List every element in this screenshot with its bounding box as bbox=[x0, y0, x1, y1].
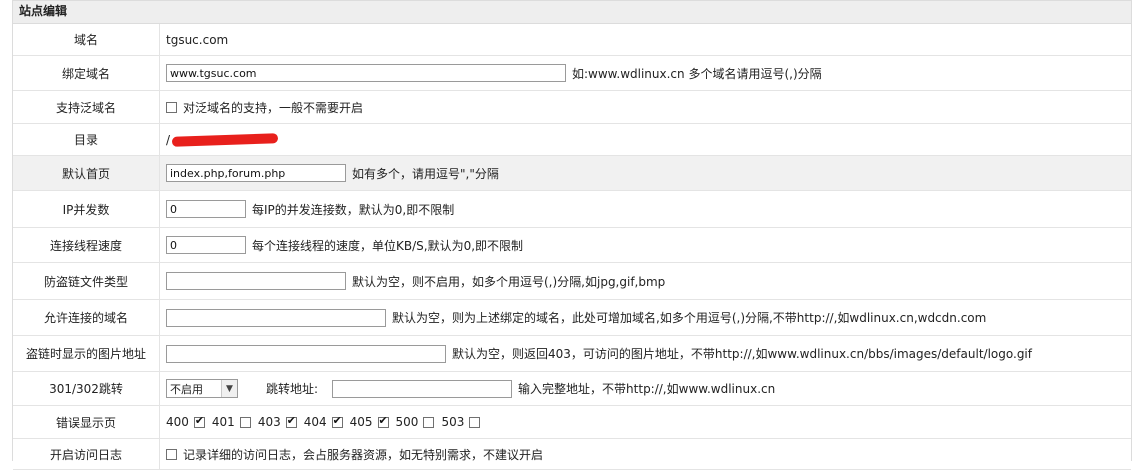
row-hotlink-types: 防盗链文件类型 默认为空，则不启用，如多个用逗号(,)分隔,如jpg,gif,b… bbox=[13, 263, 1131, 300]
bind-domain-input[interactable] bbox=[166, 64, 566, 82]
row-label: 目录 bbox=[13, 124, 160, 155]
error-code-checkbox[interactable] bbox=[331, 414, 343, 428]
row-label: 连接线程速度 bbox=[13, 228, 160, 262]
row-label: 默认首页 bbox=[13, 156, 160, 190]
allowed-domains-input[interactable] bbox=[166, 308, 386, 327]
error-code-label: 404 bbox=[303, 415, 327, 429]
dir-value: / bbox=[166, 132, 171, 147]
row-label: 盗链时显示的图片地址 bbox=[13, 336, 160, 371]
row-speed: 连接线程速度 每个连接线程的速度，单位KB/S,默认为0,即不限制 bbox=[13, 228, 1131, 263]
error-page-item: 400 bbox=[166, 414, 205, 429]
chevron-down-icon: ▼ bbox=[221, 380, 237, 397]
error-code-label: 405 bbox=[349, 415, 373, 429]
error-code-checkbox[interactable] bbox=[377, 414, 389, 428]
error-code-label: 503 bbox=[441, 415, 465, 429]
row-label: 支持泛域名 bbox=[13, 91, 160, 123]
access-log-checkbox[interactable] bbox=[166, 448, 177, 460]
ipconn-input[interactable] bbox=[166, 200, 246, 218]
speed-input[interactable] bbox=[166, 236, 246, 254]
error-code-checkbox[interactable] bbox=[239, 416, 251, 428]
error-code-checkbox[interactable] bbox=[285, 414, 297, 428]
ipconn-note: 每IP的并发连接数，默认为0,即不限制 bbox=[252, 202, 455, 217]
redirect-select-value: 不启用 bbox=[170, 382, 203, 396]
error-page-item: 500 bbox=[396, 415, 435, 429]
error-code-label: 401 bbox=[211, 415, 235, 429]
hotlink-types-note: 默认为空，则不启用，如多个用逗号(,)分隔,如jpg,gif,bmp bbox=[352, 274, 666, 289]
hotlink-types-input[interactable] bbox=[166, 272, 346, 290]
redaction-mark bbox=[171, 132, 279, 147]
row-access-log: 开启访问日志 记录详细的访问日志，会占服务器资源，如无特别需求，不建议开启 bbox=[13, 439, 1131, 470]
row-label: 开启访问日志 bbox=[13, 439, 160, 469]
row-bind-domain: 绑定域名 如:www.wdlinux.cn 多个域名请用逗号(,)分隔 bbox=[13, 56, 1131, 91]
row-label: 允许连接的域名 bbox=[13, 300, 160, 335]
row-error-pages: 错误显示页 400 401 403 404 405 500 503 bbox=[13, 406, 1131, 439]
row-index: 默认首页 如有多个，请用逗号","分隔 bbox=[13, 156, 1131, 191]
row-label: 防盗链文件类型 bbox=[13, 263, 160, 299]
allowed-domains-note: 默认为空，则为上述绑定的域名，此处可增加域名,如多个用逗号(,)分隔,不带htt… bbox=[392, 311, 987, 325]
error-code-label: 400 bbox=[166, 415, 189, 429]
error-code-label: 500 bbox=[395, 415, 419, 429]
error-code-checkbox[interactable] bbox=[423, 416, 435, 428]
error-page-item: 404 bbox=[303, 414, 343, 429]
hotlink-image-input[interactable] bbox=[166, 344, 446, 363]
row-wildcard: 支持泛域名 对泛域名的支持，一般不需要开启 bbox=[13, 91, 1131, 124]
row-domain: 域名 tgsuc.com bbox=[13, 24, 1131, 56]
redirect-note: 输入完整地址，不带http://,如www.wdlinux.cn bbox=[518, 382, 776, 396]
row-label: 错误显示页 bbox=[13, 406, 160, 438]
error-page-item: 403 bbox=[257, 414, 297, 429]
row-label: 域名 bbox=[13, 24, 160, 55]
redirect-target-label: 跳转地址: bbox=[266, 382, 319, 396]
error-code-checkbox[interactable] bbox=[469, 416, 481, 428]
error-code-checkbox[interactable] bbox=[193, 414, 205, 428]
hotlink-image-note: 默认为空，则返回403，可访问的图片地址，不带http://,如www.wdli… bbox=[452, 347, 1032, 361]
row-redirect: 301/302跳转 不启用 ▼ 跳转地址: 输入完整地址，不带http://,如… bbox=[13, 372, 1131, 406]
panel-title: 站点编辑 bbox=[13, 1, 1131, 24]
wildcard-checkbox[interactable] bbox=[166, 101, 177, 113]
row-allowed-domains: 允许连接的域名 默认为空，则为上述绑定的域名，此处可增加域名,如多个用逗号(,)… bbox=[13, 300, 1131, 336]
site-edit-panel: 站点编辑 域名 tgsuc.com 绑定域名 如:www.wdlinux.cn … bbox=[12, 0, 1132, 470]
error-page-item: 503 bbox=[441, 415, 481, 429]
index-note: 如有多个，请用逗号","分隔 bbox=[352, 166, 499, 181]
row-ipconn: IP并发数 每IP的并发连接数，默认为0,即不限制 bbox=[13, 191, 1131, 228]
row-dir: 目录 / bbox=[13, 124, 1131, 156]
index-input[interactable] bbox=[166, 164, 346, 182]
row-label: IP并发数 bbox=[13, 191, 160, 227]
error-page-item: 401 bbox=[212, 415, 251, 429]
bind-domain-note: 如:www.wdlinux.cn 多个域名请用逗号(,)分隔 bbox=[572, 66, 822, 81]
row-label: 绑定域名 bbox=[13, 56, 160, 90]
redirect-target-input[interactable] bbox=[332, 379, 513, 398]
row-hotlink-image: 盗链时显示的图片地址 默认为空，则返回403，可访问的图片地址，不带http:/… bbox=[13, 336, 1131, 372]
row-label: 301/302跳转 bbox=[13, 372, 160, 405]
speed-note: 每个连接线程的速度，单位KB/S,默认为0,即不限制 bbox=[252, 238, 524, 253]
error-page-item: 405 bbox=[349, 414, 389, 429]
error-code-label: 403 bbox=[257, 415, 281, 429]
domain-value: tgsuc.com bbox=[166, 32, 229, 47]
wildcard-note: 对泛域名的支持，一般不需要开启 bbox=[183, 100, 364, 115]
redirect-select[interactable]: 不启用 ▼ bbox=[166, 379, 238, 398]
